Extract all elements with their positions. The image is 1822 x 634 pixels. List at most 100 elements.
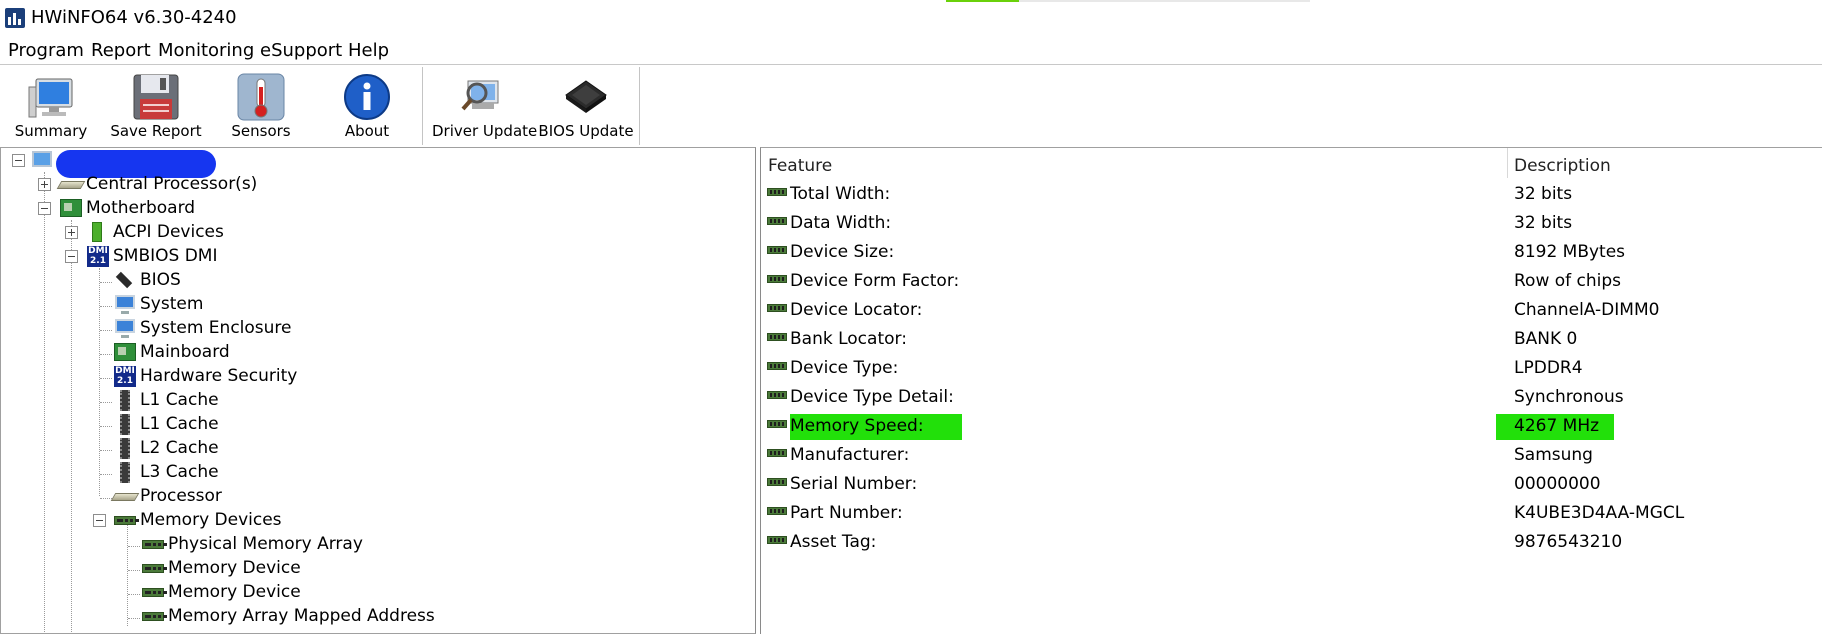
tree-item-memory-array-mapped-address[interactable]: Memory Array Mapped Address <box>141 606 435 630</box>
about-button[interactable]: About <box>328 65 406 147</box>
tree-item-hardware-security[interactable]: DMI 2.1 Hardware Security <box>113 366 297 390</box>
title-progress-bar <box>946 0 1310 2</box>
tree-connector <box>100 474 112 475</box>
driver-update-icon <box>461 80 499 111</box>
tree-item-acpi-devices[interactable]: ACPI Devices <box>86 222 224 246</box>
tree-item-label: Processor <box>140 486 222 506</box>
collapse-toggle[interactable] <box>93 514 106 527</box>
table-row[interactable]: Data Width: 32 bits <box>761 207 1822 236</box>
menu-program[interactable]: Program <box>7 40 85 61</box>
description-cell: BANK 0 <box>1514 329 1578 349</box>
feature-cell: Serial Number: <box>790 474 918 494</box>
description-cell: LPDDR4 <box>1514 358 1583 378</box>
dmi-icon: DMI 2.1 <box>114 366 136 387</box>
tree-item-motherboard[interactable]: Motherboard <box>59 198 195 222</box>
tree-item-label: ACPI Devices <box>113 222 224 242</box>
table-row[interactable]: Manufacturer: Samsung <box>761 439 1822 468</box>
collapse-toggle[interactable] <box>12 154 25 167</box>
computer-icon <box>31 150 55 170</box>
tree-item-memory-device[interactable]: Memory Device <box>141 558 301 582</box>
table-row[interactable]: Serial Number: 00000000 <box>761 468 1822 497</box>
tree-connector <box>100 306 112 307</box>
driver-update-button[interactable]: Driver Update <box>432 65 537 147</box>
tree-connector <box>100 402 112 403</box>
feature-cell: Device Type Detail: <box>790 387 954 407</box>
monitor-icon <box>113 318 137 338</box>
collapse-toggle[interactable] <box>65 250 78 263</box>
tree-item-physical-memory-array[interactable]: Physical Memory Array <box>141 534 363 558</box>
table-row-highlighted[interactable]: Memory Speed: 4267 MHz <box>761 410 1822 440</box>
ram-icon <box>767 304 787 312</box>
tree-connector <box>128 570 140 571</box>
about-label: About <box>344 122 390 140</box>
description-cell: 4267 MHz <box>1496 414 1614 440</box>
tree-item-l2-cache[interactable]: L2 Cache <box>113 438 219 462</box>
feature-cell: Device Form Factor: <box>790 271 960 291</box>
expand-toggle[interactable] <box>65 226 78 239</box>
tree-item-system[interactable]: System <box>113 294 203 318</box>
tree-item-mainboard[interactable]: Mainboard <box>113 342 230 366</box>
table-row[interactable]: Device Type: LPDDR4 <box>761 352 1822 381</box>
chip-icon <box>565 80 607 113</box>
window-title: HWiNFO64 v6.30-4240 <box>31 7 237 28</box>
details-table[interactable]: Feature Description Total Width: 32 bits … <box>760 147 1822 634</box>
cpu-icon <box>110 486 140 506</box>
menu-report[interactable]: Report <box>90 40 152 61</box>
description-cell: Synchronous <box>1514 387 1624 407</box>
tree-root[interactable] <box>31 150 58 174</box>
save-report-button[interactable]: Save Report <box>107 65 205 147</box>
tree-item-memory-device[interactable]: Memory Device <box>141 582 301 606</box>
table-row[interactable]: Part Number: K4UBE3D4AA-MGCL <box>761 497 1822 526</box>
tree-item-l1-cache[interactable]: L1 Cache <box>113 414 219 438</box>
ram-icon <box>767 391 787 399</box>
column-header-feature[interactable]: Feature <box>768 156 832 176</box>
column-header-description[interactable]: Description <box>1514 156 1611 176</box>
tree-item-l1-cache[interactable]: L1 Cache <box>113 390 219 414</box>
tree-item-processor[interactable]: Processor <box>110 486 222 510</box>
column-divider[interactable] <box>1507 148 1508 178</box>
toolbar-separator <box>422 67 423 145</box>
tree-item-label: Motherboard <box>86 198 196 218</box>
tree-item-label: L1 Cache <box>140 390 219 410</box>
bios-update-button[interactable]: BIOS Update <box>537 65 635 147</box>
ram-icon <box>141 534 167 554</box>
expand-toggle[interactable] <box>38 178 51 191</box>
tree-item-memory-devices[interactable]: Memory Devices <box>113 510 282 534</box>
summary-label: Summary <box>14 122 88 140</box>
table-row[interactable]: Device Type Detail: Synchronous <box>761 381 1822 410</box>
tree-connector <box>71 220 72 633</box>
tree-item-central-processors[interactable]: Central Processor(s) <box>56 174 257 198</box>
feature-cell: Device Type: <box>790 358 899 378</box>
cpu-icon <box>56 174 86 194</box>
menu-esupport[interactable]: eSupport <box>259 40 343 61</box>
tree-item-smbios-dmi[interactable]: DMI 2.1 SMBIOS DMI <box>86 246 217 270</box>
feature-cell: Device Size: <box>790 242 895 262</box>
menu-help[interactable]: Help <box>347 40 390 61</box>
tree-item-l3-cache[interactable]: L3 Cache <box>113 462 219 486</box>
motherboard-icon <box>113 342 137 362</box>
sensors-button[interactable]: Sensors <box>222 65 300 147</box>
table-row[interactable]: Total Width: 32 bits <box>761 178 1822 207</box>
info-icon <box>344 74 390 120</box>
description-cell: K4UBE3D4AA-MGCL <box>1514 503 1685 523</box>
tree-item-system-enclosure[interactable]: System Enclosure <box>113 318 292 342</box>
feature-cell: Asset Tag: <box>790 532 877 552</box>
menu-bar: Program Report Monitoring eSupport Help <box>0 36 1822 65</box>
description-cell: 8192 MBytes <box>1514 242 1626 262</box>
table-row[interactable]: Device Form Factor: Row of chips <box>761 265 1822 294</box>
cache-icon <box>113 390 137 411</box>
table-row[interactable]: Device Size: 8192 MBytes <box>761 236 1822 265</box>
ram-icon <box>767 333 787 341</box>
toolbar: Summary Save Report Sensors About Driver… <box>0 65 1822 147</box>
collapse-toggle[interactable] <box>38 202 51 215</box>
summary-button[interactable]: Summary <box>10 65 92 147</box>
tree-item-label: Memory Device <box>168 582 301 602</box>
tree-item-bios[interactable]: BIOS <box>113 270 181 294</box>
device-tree[interactable]: Central Processor(s) Motherboard ACPI De… <box>0 147 756 634</box>
menu-monitoring[interactable]: Monitoring <box>157 40 255 61</box>
table-row[interactable]: Asset Tag: 9876543210 <box>761 526 1822 555</box>
table-row[interactable]: Device Locator: ChannelA-DIMM0 <box>761 294 1822 323</box>
table-row[interactable]: Bank Locator: BANK 0 <box>761 323 1822 352</box>
ram-icon <box>113 510 139 530</box>
tree-connector <box>128 618 140 619</box>
